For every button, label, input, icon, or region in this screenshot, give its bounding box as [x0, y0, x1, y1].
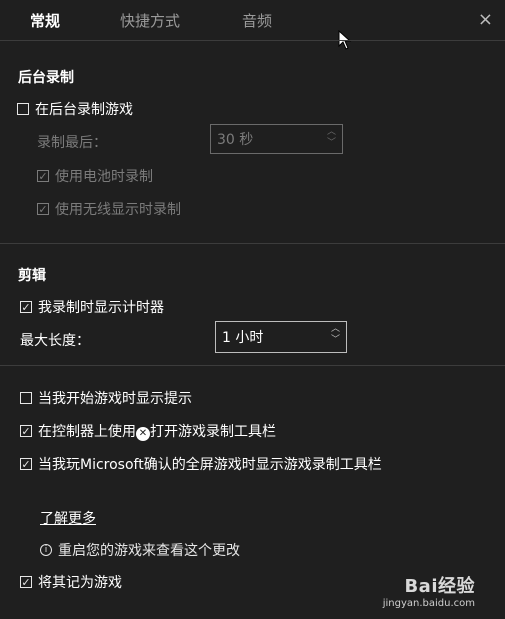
checkbox[interactable]: ✓	[37, 203, 49, 215]
checkbox[interactable]	[20, 392, 32, 404]
close-icon[interactable]: ×	[478, 9, 493, 30]
section-title-clips: 剪辑	[18, 268, 46, 284]
checkbox[interactable]: ✓	[20, 576, 32, 588]
watermark-logo: Bai经验	[404, 576, 475, 597]
record-last-label: 录制最后：	[37, 135, 107, 151]
restart-notice: i 重启您的游戏来查看这个更改	[40, 540, 240, 560]
open-with-controller-label: 在控制器上使用 ✕ 打开游戏录制工具栏	[38, 424, 276, 441]
section-divider	[0, 243, 505, 244]
watermark-url: jingyan.baidu.com	[382, 598, 475, 609]
xbox-icon: ✕	[136, 426, 150, 441]
info-icon: i	[40, 544, 52, 556]
use-battery-label: 使用电池时录制	[55, 169, 153, 185]
record-in-background-option[interactable]: 在后台录制游戏	[17, 99, 133, 119]
fullscreen-toolbar-label: 当我玩Microsoft确认的全屏游戏时显示游戏录制工具栏	[38, 457, 382, 473]
record-last-spinner[interactable]: 30 秒 ︿ ﹀	[210, 124, 343, 154]
baidu-watermark: Bai经验 jingyan.baidu.com	[383, 572, 475, 609]
checkbox[interactable]: ✓	[20, 425, 32, 437]
section-divider-2	[0, 365, 505, 366]
use-battery-option[interactable]: ✓ 使用电池时录制	[37, 166, 153, 186]
max-length-label: 最大长度：	[20, 333, 90, 349]
show-tips-label: 当我开始游戏时显示提示	[38, 391, 192, 407]
tabs-divider	[0, 40, 505, 41]
checkbox[interactable]: ✓	[20, 458, 32, 470]
fullscreen-toolbar-option[interactable]: ✓ 当我玩Microsoft确认的全屏游戏时显示游戏录制工具栏	[20, 454, 382, 474]
show-tips-option[interactable]: 当我开始游戏时显示提示	[20, 388, 192, 408]
show-timer-option[interactable]: ✓ 我录制时显示计时器	[20, 297, 164, 317]
checkbox[interactable]: ✓	[37, 170, 49, 182]
remember-as-game-label: 将其记为游戏	[38, 575, 122, 591]
checkbox[interactable]: ✓	[20, 301, 32, 313]
use-wireless-display-option[interactable]: ✓ 使用无线显示时录制	[37, 199, 181, 219]
remember-as-game-option[interactable]: ✓ 将其记为游戏	[20, 572, 122, 592]
max-length-value: 1 小时	[222, 330, 264, 346]
section-title-background-recording: 后台录制	[18, 70, 74, 86]
checkbox[interactable]	[17, 103, 29, 115]
tab-audio[interactable]: 音频	[242, 10, 272, 31]
use-wireless-display-label: 使用无线显示时录制	[55, 202, 181, 218]
tab-shortcuts[interactable]: 快捷方式	[120, 10, 180, 31]
restart-notice-text: 重启您的游戏来查看这个更改	[58, 543, 240, 559]
record-last-value: 30 秒	[217, 132, 254, 148]
show-timer-label: 我录制时显示计时器	[38, 300, 164, 316]
learn-more-link[interactable]: 了解更多	[40, 508, 96, 528]
record-in-background-label: 在后台录制游戏	[35, 102, 133, 118]
max-length-spinner[interactable]: 1 小时 ︿ ﹀	[215, 321, 347, 353]
open-with-controller-option[interactable]: ✓ 在控制器上使用 ✕ 打开游戏录制工具栏	[20, 421, 276, 441]
tab-general[interactable]: 常规	[30, 10, 60, 31]
spinner-arrows-icon[interactable]: ︿ ﹀	[327, 127, 336, 149]
spinner-arrows-icon[interactable]: ︿ ﹀	[331, 324, 340, 346]
